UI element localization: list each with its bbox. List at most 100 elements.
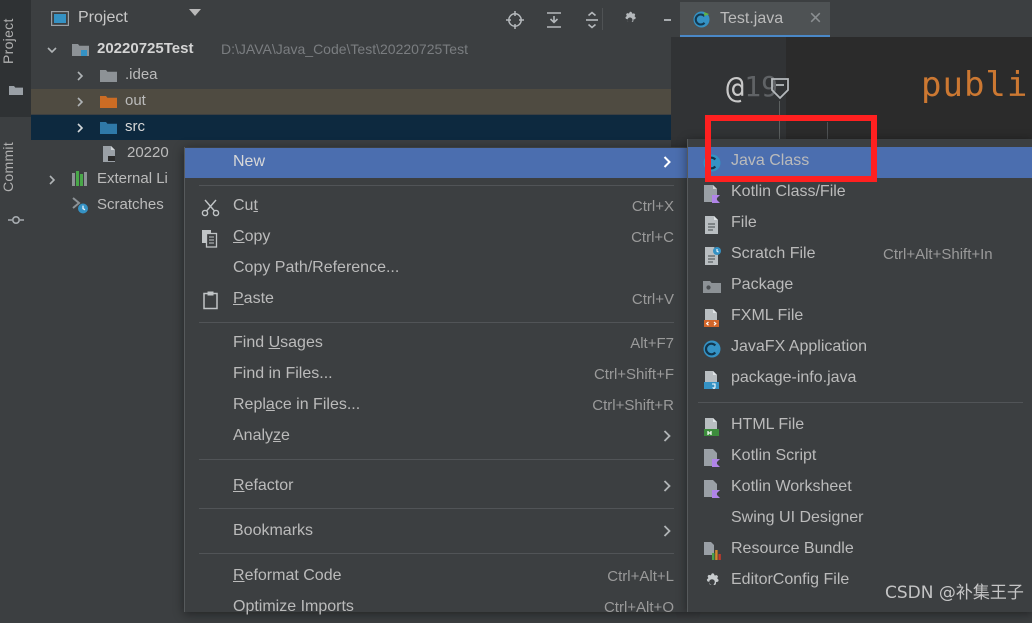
submenu-item-package[interactable]: Package	[688, 271, 1032, 302]
menu-item-label: Find in Files...	[233, 365, 333, 382]
menu-item-new[interactable]: New	[185, 148, 688, 178]
code-token-public: publi	[921, 65, 1029, 105]
table-row[interactable]: out	[31, 89, 671, 114]
editor-tab-strip: Test.java	[671, 0, 1032, 38]
submenu-item-kotlin-script[interactable]: Kotlin Script	[688, 442, 1032, 473]
menu-item-copy-path-reference[interactable]: Copy Path/Reference...	[185, 254, 688, 284]
submenu-item-scratch-file[interactable]: Scratch File Ctrl+Alt+Shift+In	[688, 240, 1032, 271]
fold-minus-icon[interactable]	[767, 77, 793, 103]
menu-item-label: Refactor	[233, 477, 294, 494]
table-row[interactable]: .idea	[31, 63, 671, 88]
submenu-item-label: JavaFX Application	[731, 338, 868, 355]
menu-item-shortcut: Ctrl+Alt+L	[607, 568, 674, 585]
chevron-right-icon[interactable]	[73, 121, 87, 135]
submenu-item-html-file[interactable]: HTML File	[688, 411, 1032, 442]
chevron-right-icon	[660, 429, 674, 443]
menu-item-label: Optimize Imports	[233, 598, 354, 615]
sidebar-item-commit[interactable]: Commit	[0, 130, 31, 204]
submenu-separator	[698, 402, 1023, 403]
menu-item-shortcut: Ctrl+V	[631, 291, 674, 308]
menu-item-label: Bookmarks	[233, 522, 314, 539]
close-icon[interactable]	[808, 10, 823, 25]
chevron-right-icon[interactable]	[73, 95, 87, 109]
new-submenu[interactable]: Java Class Kotlin Class/File File Scratc…	[687, 139, 1032, 612]
package-info-icon	[702, 370, 722, 390]
submenu-item-label: Kotlin Class/File	[731, 183, 846, 200]
watermark: CSDN @补集王子	[885, 583, 1024, 603]
menu-item-label: Replace in Files...	[233, 396, 361, 413]
table-row[interactable]: src	[31, 115, 671, 140]
chevron-down-icon[interactable]	[45, 43, 59, 57]
menu-item-refactor[interactable]: Refactor	[185, 472, 688, 502]
page-title: Project	[78, 9, 128, 26]
tree-path-root: D:\JAVA\Java_Code\Test\20220725Test	[221, 41, 468, 57]
menu-item-shortcut: Ctrl+Shift+R	[592, 397, 674, 414]
menu-item-label: New	[233, 153, 266, 170]
submenu-item-label: EditorConfig File	[731, 571, 850, 588]
collapse-all-icon[interactable]	[582, 10, 602, 30]
java-class-icon	[702, 153, 722, 173]
chevron-down-icon[interactable]	[189, 9, 201, 33]
menu-item-label: Find Usages	[233, 334, 323, 351]
submenu-item-java-class[interactable]: Java Class	[688, 147, 1032, 178]
excluded-folder-icon	[100, 94, 117, 109]
module-folder-icon	[72, 42, 89, 57]
submenu-item-package-info-java[interactable]: package-info.java	[688, 364, 1032, 395]
expand-all-icon[interactable]	[544, 10, 564, 30]
menu-item-copy[interactable]: Copy Ctrl+C	[185, 223, 688, 253]
javafx-class-icon	[702, 339, 722, 359]
menu-item-shortcut: Ctrl+Shift+F	[593, 366, 674, 383]
menu-item-label: Cut	[233, 197, 258, 214]
menu-item-analyze[interactable]: Analyze	[185, 422, 688, 452]
submenu-item-kotlin-worksheet[interactable]: Kotlin Worksheet	[688, 473, 1032, 504]
sidebar-item-commit-label: Commit	[0, 141, 16, 193]
commit-icon	[8, 212, 24, 228]
tree-label-idea: .idea	[125, 66, 158, 83]
tree-label-root: 20220725Test	[97, 40, 194, 57]
submenu-item-label: FXML File	[731, 307, 804, 324]
submenu-item-resource-bundle[interactable]: Resource Bundle	[688, 535, 1032, 566]
submenu-item-file[interactable]: File	[688, 209, 1032, 240]
override-at-icon[interactable]: @	[726, 71, 744, 106]
submenu-item-kotlin-class-file[interactable]: Kotlin Class/File	[688, 178, 1032, 209]
chevron-right-icon[interactable]	[73, 69, 87, 83]
menu-separator	[199, 508, 674, 509]
menu-item-shortcut: Ctrl+Alt+O	[603, 599, 674, 616]
java-class-icon	[692, 10, 711, 29]
menu-item-reformat-code[interactable]: Reformat Code Ctrl+Alt+L	[185, 562, 688, 592]
menu-item-label: Copy Path/Reference...	[233, 259, 400, 276]
submenu-item-shortcut: Ctrl+Alt+Shift+In	[883, 246, 993, 263]
submenu-item-label: HTML File	[731, 416, 805, 433]
iml-file-icon	[101, 146, 118, 162]
gear-icon[interactable]	[620, 10, 640, 30]
tree-label-external-libraries: External Li	[97, 170, 168, 187]
sidebar-item-project[interactable]: Project	[0, 8, 31, 74]
submenu-item-fxml-file[interactable]: FXML File	[688, 302, 1032, 333]
fxml-file-icon	[702, 308, 722, 328]
menu-item-bookmarks[interactable]: Bookmarks	[185, 517, 688, 547]
submenu-item-label: File	[731, 214, 757, 231]
table-row[interactable]: 20220725Test D:\JAVA\Java_Code\Test\2022…	[31, 37, 671, 62]
tab-test-java[interactable]: Test.java	[680, 2, 830, 38]
submenu-item-label: Swing UI Designer	[731, 509, 864, 526]
submenu-item-swing-ui-designer[interactable]: Swing UI Designer	[688, 504, 1032, 535]
generic-file-icon	[702, 215, 722, 235]
menu-item-shortcut: Alt+F7	[630, 335, 674, 352]
submenu-item-javafx-application[interactable]: JavaFX Application	[688, 333, 1032, 364]
toolbar-divider	[602, 8, 603, 30]
menu-item-optimize-imports[interactable]: Optimize Imports Ctrl+Alt+O	[185, 593, 688, 623]
menu-item-shortcut: Ctrl+C	[631, 229, 674, 246]
tool-window-bar: Project Commit	[0, 0, 32, 612]
menu-item-find-in-files[interactable]: Find in Files... Ctrl+Shift+F	[185, 360, 688, 390]
source-folder-icon	[100, 120, 117, 135]
menu-item-find-usages[interactable]: Find Usages Alt+F7	[185, 329, 688, 359]
kotlin-script-icon	[702, 448, 722, 468]
sidebar-item-project-label: Project	[0, 18, 16, 64]
target-icon[interactable]	[505, 10, 525, 30]
menu-item-replace-in-files[interactable]: Replace in Files... Ctrl+Shift+R	[185, 391, 688, 421]
menu-item-cut[interactable]: Cut Ctrl+X	[185, 192, 688, 222]
scratch-file-icon	[702, 246, 722, 266]
menu-item-paste[interactable]: Paste Ctrl+V	[185, 285, 688, 315]
context-menu[interactable]: New Cut Ctrl+X Copy Ctrl+C Copy Path/Ref…	[184, 147, 689, 616]
chevron-right-icon[interactable]	[45, 173, 59, 187]
